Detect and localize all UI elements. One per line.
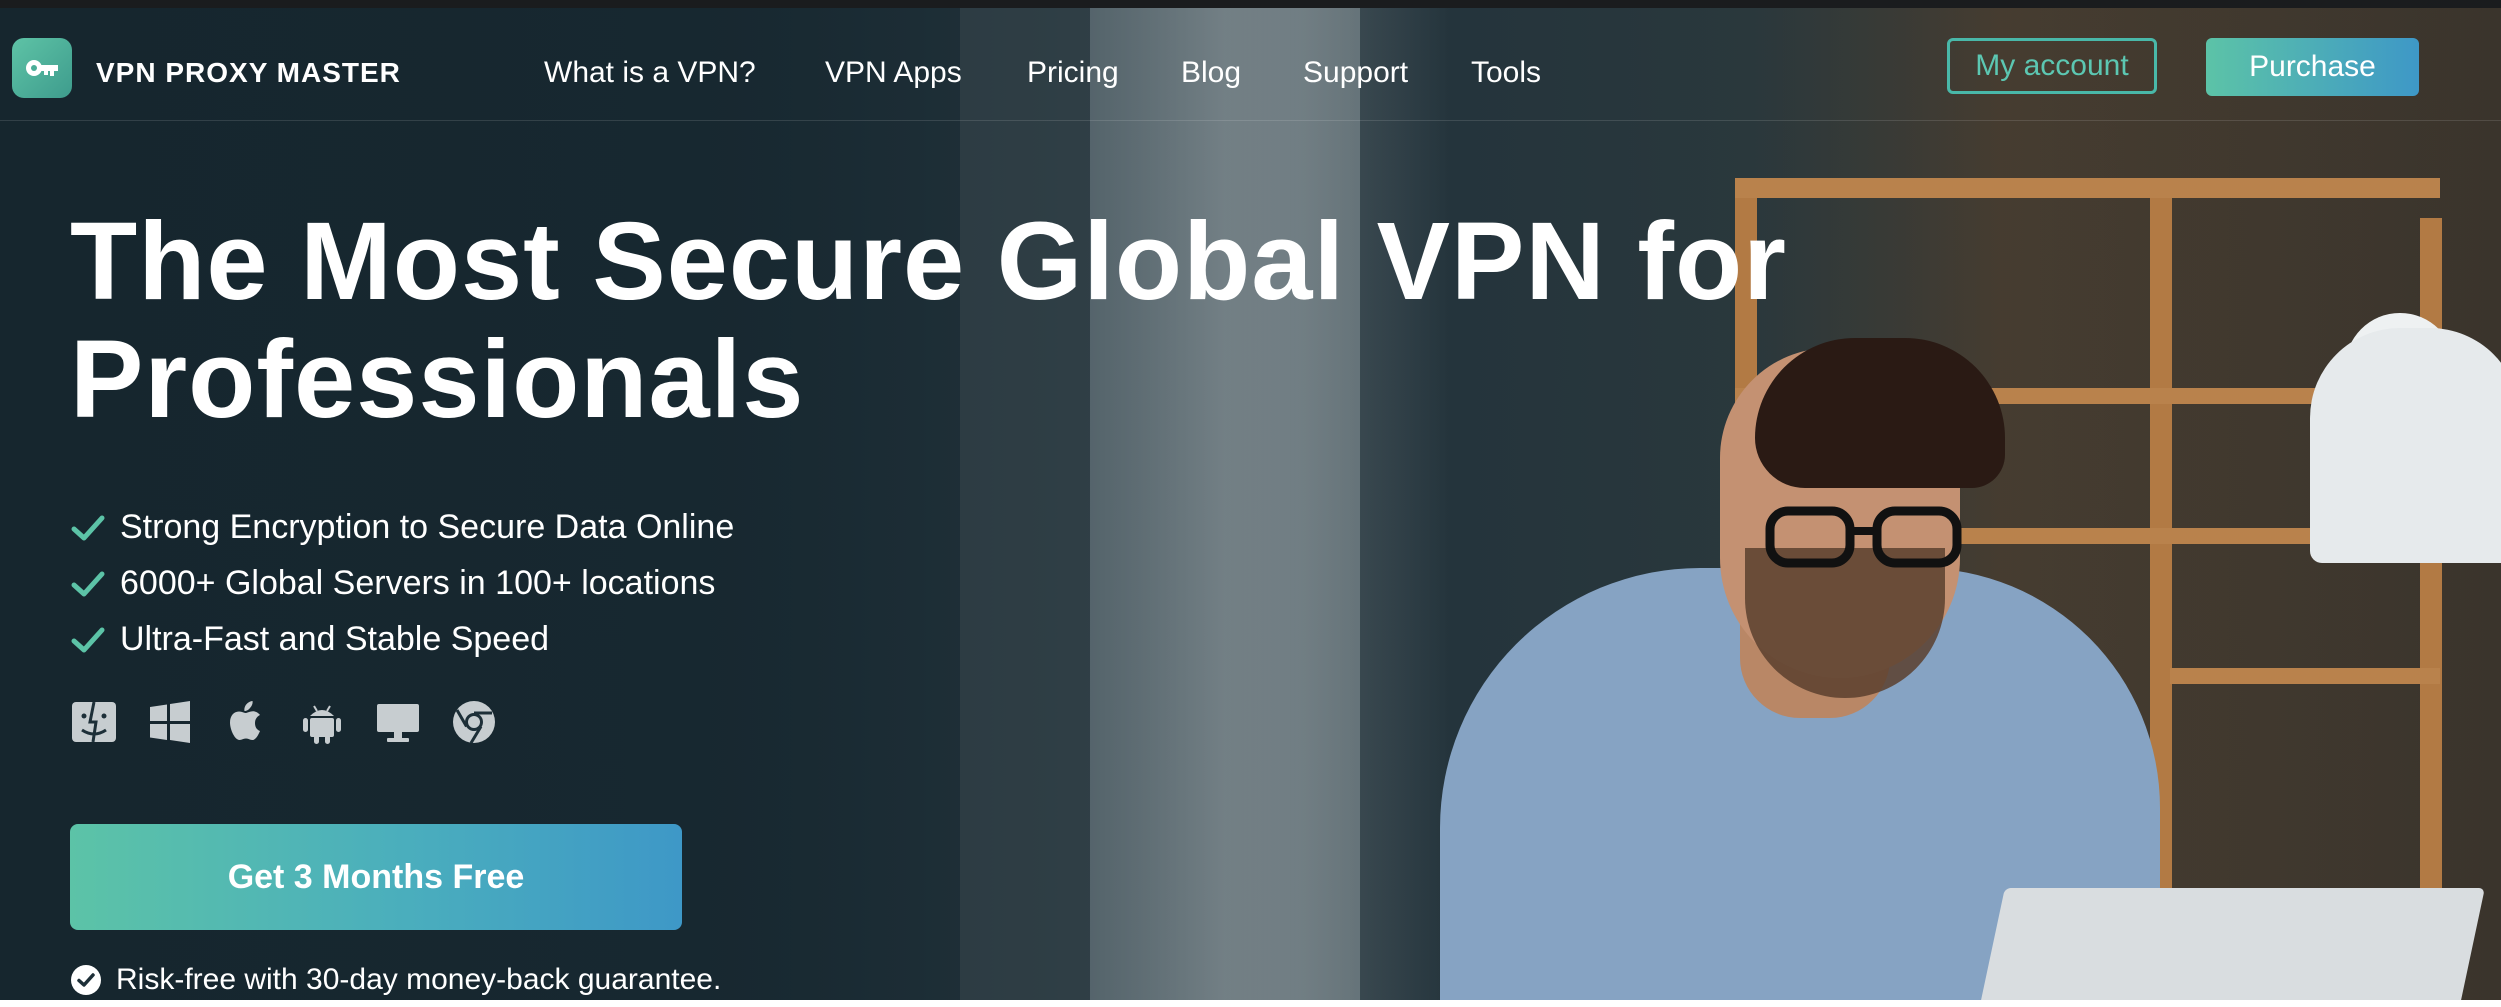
logo[interactable] <box>12 38 72 98</box>
hero-title-line-2: Professionals <box>70 318 805 441</box>
platform-icons <box>70 698 498 746</box>
background-wall-panel <box>1090 8 1360 1000</box>
feature-label: Strong Encryption to Secure Data Online <box>120 508 735 546</box>
shelf-board <box>1735 178 2440 198</box>
apple-icon[interactable] <box>222 698 270 746</box>
check-icon <box>71 515 105 540</box>
feature-item: Ultra-Fast and Stable Speed <box>70 620 549 659</box>
get-free-months-button[interactable]: Get 3 Months Free <box>70 824 682 930</box>
android-icon[interactable] <box>298 698 346 746</box>
feature-label: Ultra-Fast and Stable Speed <box>120 620 550 658</box>
monitor-icon[interactable] <box>374 698 422 746</box>
nav-blog[interactable]: Blog <box>1181 56 1241 90</box>
check-icon <box>71 571 105 596</box>
hero-title: The Most Secure Global VPN for Professio… <box>70 203 1870 439</box>
feature-item: Strong Encryption to Secure Data Online <box>70 508 734 547</box>
nav-tools[interactable]: Tools <box>1471 56 1541 90</box>
laptop <box>1975 888 2485 1000</box>
window-top-edge <box>0 0 2501 8</box>
background-doorframe <box>960 8 1090 1000</box>
finder-icon[interactable] <box>70 698 118 746</box>
hero-section: The Most Secure Global VPN for Professio… <box>0 8 2501 1000</box>
check-circle-icon <box>71 965 101 995</box>
key-icon <box>26 60 58 76</box>
purchase-button[interactable]: Purchase <box>2206 38 2419 96</box>
guarantee-text: Risk-free with 30-day money-back guarant… <box>116 963 722 996</box>
glasses <box>1765 506 1962 568</box>
check-icon <box>71 627 105 652</box>
chrome-icon[interactable] <box>450 698 498 746</box>
guarantee-note: Risk-free with 30-day money-back guarant… <box>70 963 721 997</box>
window-bottom-edge <box>0 1000 2501 1007</box>
nav-support[interactable]: Support <box>1303 56 1408 90</box>
hero-title-line-1: The Most Secure Global VPN for <box>70 200 1787 323</box>
shelf-board <box>2170 668 2440 684</box>
my-account-button[interactable]: My account <box>1947 38 2157 94</box>
nav-what-is-vpn[interactable]: What is a VPN? <box>544 56 756 90</box>
feature-label: 6000+ Global Servers in 100+ locations <box>120 564 716 602</box>
top-navigation: VPN PROXY MASTER What is a VPN? VPN Apps… <box>0 8 2501 121</box>
nav-pricing[interactable]: Pricing <box>1027 56 1119 90</box>
nav-vpn-apps[interactable]: VPN Apps <box>825 56 962 90</box>
desk-lamp <box>2310 328 2501 563</box>
feature-item: 6000+ Global Servers in 100+ locations <box>70 564 715 603</box>
brand-name[interactable]: VPN PROXY MASTER <box>96 57 401 89</box>
windows-icon[interactable] <box>146 698 194 746</box>
